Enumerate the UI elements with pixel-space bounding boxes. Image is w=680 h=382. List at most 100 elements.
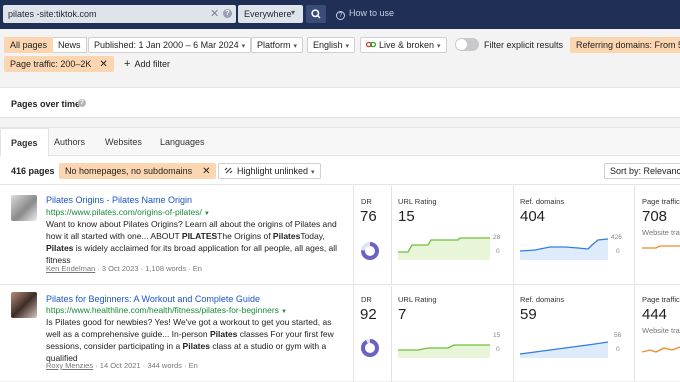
url-rating-value: 15 — [398, 208, 415, 225]
ref-domains-min: 0 — [616, 346, 620, 353]
divider — [353, 286, 354, 382]
search-scope-dropdown[interactable]: Everywhere ▾ — [238, 5, 303, 23]
highlight-unlinked-dropdown[interactable]: Highlight unlinked ▾ — [218, 163, 321, 179]
homepages-filter-chip[interactable]: No homepages, no subdomains ✕ — [59, 163, 217, 179]
chevron-down-icon: ▾ — [311, 169, 315, 176]
scope-label: Everywhere — [244, 9, 292, 19]
tab-websites[interactable]: Websites — [105, 137, 142, 147]
plus-icon: + — [124, 58, 131, 70]
dr-value: 92 — [360, 306, 377, 323]
search-button[interactable] — [306, 5, 326, 23]
dr-label: DR — [361, 197, 372, 206]
page-traffic-sparkline — [642, 346, 680, 353]
result-title-link[interactable]: Pilates Origins - Pilates Name Origin — [46, 195, 192, 205]
how-to-use-label: How to use — [349, 8, 395, 18]
divider — [391, 286, 392, 382]
results-toolbar: 416 pages No homepages, no subdomains ✕ H… — [0, 157, 680, 185]
remove-filter-icon[interactable]: ✕ — [202, 166, 210, 177]
sort-dropdown[interactable]: Sort by: Relevance — [604, 163, 680, 179]
results-section: Pages Authors Websites Languages 416 pag… — [0, 127, 680, 382]
chevron-down-icon: ▾ — [293, 43, 298, 50]
published-filter[interactable]: Published: 1 Jan 2000 – 6 Mar 2024 ▾ — [88, 37, 252, 53]
result-meta: Ken Endelman · 3 Oct 2023 · 1,108 words … — [46, 264, 202, 273]
published-label: Published: 1 Jan 2000 – 6 Mar 2024 — [94, 40, 239, 50]
url-rating-label: URL Rating — [398, 295, 437, 304]
divider — [634, 286, 635, 382]
result-title-link[interactable]: Pilates for Beginners: A Workout and Com… — [46, 294, 260, 304]
chevron-down-icon[interactable]: ▼ — [204, 211, 210, 217]
add-filter-label: Add filter — [134, 59, 170, 69]
platform-filter[interactable]: Platform ▾ — [251, 37, 304, 53]
tab-languages[interactable]: Languages — [160, 137, 205, 147]
result-thumbnail[interactable] — [11, 292, 37, 318]
snippet-text: Today, — [300, 231, 325, 241]
snippet-keyword: Pilates — [46, 243, 74, 253]
snippet-keyword: Pilates — [209, 329, 238, 339]
search-input[interactable]: pilates -site:tiktok.com ✕ ? — [3, 5, 236, 23]
tab-bar: Pages Authors Websites Languages — [0, 128, 680, 157]
dr-donut — [361, 339, 379, 357]
chevron-down-icon[interactable]: ▼ — [281, 309, 287, 315]
url-rating-min: 0 — [496, 248, 500, 255]
help-icon[interactable]: ? — [78, 99, 86, 107]
remove-filter-icon[interactable]: ✕ — [99, 59, 107, 70]
news-button[interactable]: News — [53, 37, 87, 53]
live-broken-filter[interactable]: Live & broken ▾ — [360, 37, 447, 53]
search-query[interactable]: pilates -site:tiktok.com — [8, 9, 97, 19]
result-url: https://www.healthline.com/health/fitnes… — [46, 305, 279, 315]
language-filter[interactable]: English ▾ — [307, 37, 356, 53]
divider — [353, 186, 354, 285]
url-rating-sparkline — [398, 237, 490, 260]
how-to-use-link[interactable]: ? How to use — [336, 8, 394, 20]
dr-donut — [361, 242, 379, 260]
explicit-toggle[interactable] — [455, 38, 479, 51]
tab-authors[interactable]: Authors — [54, 137, 85, 147]
divider — [391, 186, 392, 285]
snippet-text: is widely acclaimed for its broad applic… — [46, 243, 338, 265]
url-rating-max: 15 — [493, 332, 501, 339]
snippet-keyword: Pilates — [182, 341, 210, 351]
url-rating-min: 0 — [496, 346, 500, 353]
clear-search-icon[interactable]: ✕ — [210, 7, 219, 20]
divider — [634, 186, 635, 285]
result-row: Pilates Origins - Pilates Name Origin ht… — [0, 186, 680, 285]
explicit-toggle-label: Filter explicit results — [484, 40, 564, 50]
author-link[interactable]: Roxy Menzies — [46, 361, 93, 370]
url-rating-sparkline — [398, 344, 490, 358]
author-link[interactable]: Ken Endelman — [46, 264, 95, 273]
ref-domains-value: 59 — [520, 306, 537, 323]
unlink-icon — [224, 167, 233, 174]
website-traffic-label: Website traffic — [642, 326, 680, 335]
page-type-segment: All pages News — [4, 37, 87, 53]
page-traffic-filter[interactable]: Page traffic: 200–2K ✕ — [4, 56, 114, 72]
page-traffic-label: Page traffic: 200–2K — [10, 59, 92, 69]
chevron-down-icon: ▾ — [345, 43, 350, 50]
ref-domains-value: 404 — [520, 208, 546, 225]
search-help-icon[interactable]: ? — [223, 9, 232, 18]
referring-domains-filter[interactable]: Referring domains: From 50 — [570, 37, 680, 53]
tab-pages[interactable]: Pages — [0, 128, 49, 157]
results-count: 416 pages — [11, 166, 55, 176]
result-thumbnail[interactable] — [11, 195, 37, 221]
page-traffic-value: 444 — [642, 306, 668, 323]
website-traffic-label: Website traffic — [642, 228, 680, 237]
chevron-down-icon: ▾ — [291, 8, 296, 17]
result-url-link[interactable]: https://www.healthline.com/health/fitnes… — [46, 305, 287, 315]
add-filter-button[interactable]: + Add filter — [124, 58, 170, 70]
result-snippet: Want to know about Pilates Origins? Lear… — [46, 218, 346, 266]
dr-value: 76 — [360, 208, 377, 225]
url-rating-value: 7 — [398, 306, 407, 323]
result-url: https://www.pilates.com/origins-of-pilat… — [46, 207, 202, 217]
pages-over-time-panel[interactable]: Pages over time ? — [0, 87, 680, 118]
dr-donut-fill — [361, 339, 379, 357]
result-snippet: Is Pilates good for newbies? Yes! We've … — [46, 316, 346, 364]
language-label: English — [313, 40, 343, 50]
page-traffic-value: 708 — [642, 208, 668, 225]
top-search-bar: pilates -site:tiktok.com ✕ ? Everywhere … — [0, 0, 680, 29]
chevron-down-icon: ▾ — [437, 43, 441, 50]
ref-domains-min: 0 — [616, 248, 620, 255]
link-icon — [365, 41, 377, 48]
language-code: En — [188, 361, 198, 370]
result-url-link[interactable]: https://www.pilates.com/origins-of-pilat… — [46, 207, 210, 217]
all-pages-button[interactable]: All pages — [4, 37, 54, 53]
